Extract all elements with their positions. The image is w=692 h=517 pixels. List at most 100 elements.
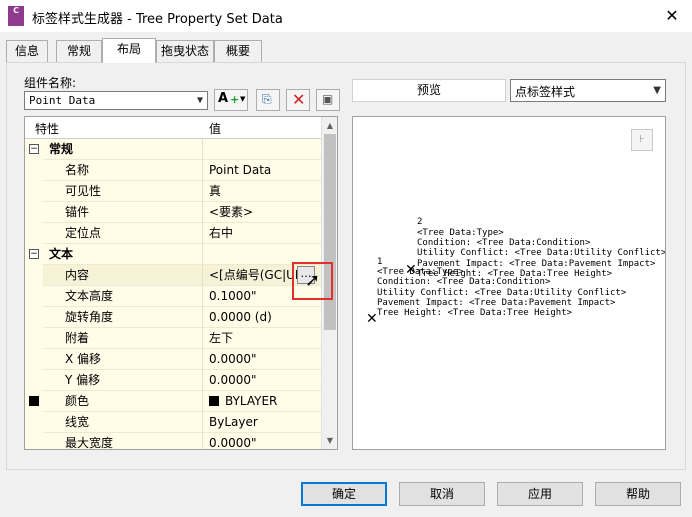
property-name: 定位点 (43, 223, 203, 244)
property-value[interactable]: Point Data (203, 160, 321, 181)
property-row[interactable]: 附着 左下 (25, 328, 321, 349)
preview-style-select[interactable]: 点标签样式 ▼ (510, 79, 666, 102)
property-value[interactable]: 0.0000 (d) (203, 307, 321, 328)
add-component-button[interactable]: A + ▼ (214, 89, 248, 111)
property-value[interactable]: 0.0000" (203, 433, 321, 449)
collapse-icon[interactable]: − (29, 249, 39, 259)
property-value[interactable]: <要素> (203, 202, 321, 223)
scrollbar-thumb[interactable] (324, 134, 336, 330)
draw-order-button[interactable]: ▣ (316, 89, 340, 111)
grid-header: 特性 值 (25, 117, 321, 139)
tab-info[interactable]: 信息 (6, 40, 48, 62)
property-name: 名称 (43, 160, 203, 181)
preview-text: Pavement Impact: <Tree Data:Pavement Imp… (377, 298, 616, 308)
component-name-label: 组件名称: (24, 76, 77, 90)
preview-text: Tree Height: <Tree Data:Tree Height> (377, 308, 573, 318)
property-row[interactable]: Y 偏移 0.0000" (25, 370, 321, 391)
property-row[interactable]: 定位点 右中 (25, 223, 321, 244)
app-icon: C (8, 6, 24, 26)
property-name: 附着 (43, 328, 203, 349)
window-title: 标签样式生成器 - Tree Property Set Data (32, 12, 283, 27)
property-value (203, 139, 321, 160)
copy-component-button[interactable]: ⎘ (256, 89, 280, 111)
cancel-button[interactable]: 取消 (399, 482, 485, 506)
property-value[interactable]: 左下 (203, 328, 321, 349)
point-marker-icon: ✕ (405, 262, 417, 278)
preview-text: <Tree Data:Type> (377, 267, 464, 277)
preview-text: Condition: <Tree Data:Condition> (417, 238, 591, 248)
tab-dragged-state[interactable]: 拖曳状态 (156, 40, 214, 62)
tab-summary[interactable]: 概要 (214, 40, 262, 62)
property-value-color[interactable]: BYLAYER (203, 391, 321, 412)
property-value[interactable]: 真 (203, 181, 321, 202)
category-row-general[interactable]: − 常规 (25, 139, 321, 160)
copy-icon: ⎘ (262, 92, 272, 106)
property-row-contents[interactable]: 内容 <[点编号(GC|UN (25, 265, 321, 286)
property-grid: 特性 值 − 常规 名称 Point Data 可见性 真 锚件 <要素> 定位… (24, 116, 338, 450)
property-value[interactable]: 右中 (203, 223, 321, 244)
property-name: 锚件 (43, 202, 203, 223)
preview-text: Utility Conflict: <Tree Data:Utility Con… (377, 288, 627, 298)
property-row[interactable]: 最大宽度 0.0000" (25, 433, 321, 449)
property-row[interactable]: 可见性 真 (25, 181, 321, 202)
collapse-icon[interactable]: − (29, 144, 39, 154)
property-name: 最大宽度 (43, 433, 203, 449)
preview-label: 预览 (352, 79, 506, 102)
property-row[interactable]: 旋转角度 0.0000 (d) (25, 307, 321, 328)
preview-canvas: ⊦ 2 <Tree Data:Type> Condition: <Tree Da… (352, 116, 666, 450)
help-button[interactable]: 帮助 (595, 482, 681, 506)
property-value[interactable]: ByLayer (203, 412, 321, 433)
delete-icon: ✕ (292, 90, 306, 109)
tab-layout[interactable]: 布局 (102, 38, 156, 63)
draw-order-icon: ▣ (322, 92, 334, 106)
property-name: 文本高度 (43, 286, 203, 307)
property-name: Y 偏移 (43, 370, 203, 391)
property-name: 可见性 (43, 181, 203, 202)
component-name-value: Point Data (29, 94, 96, 107)
apply-button[interactable]: 应用 (497, 482, 583, 506)
tab-general[interactable]: 常规 (56, 40, 102, 62)
column-header-value: 值 (209, 122, 222, 136)
point-marker-icon: ✕ (366, 311, 378, 327)
text-component-icon: A (218, 91, 229, 106)
chevron-down-icon: ▼ (240, 95, 246, 103)
preview-text: 2 (417, 217, 423, 227)
plus-icon: + (230, 93, 240, 106)
preview-style-value: 点标签样式 (515, 85, 576, 99)
property-name: 线宽 (43, 412, 203, 433)
property-row[interactable]: 锚件 <要素> (25, 202, 321, 223)
preview-text: <Tree Data:Type> (417, 228, 504, 238)
preview-text: Utility Conflict: <Tree Data:Utility Con… (417, 248, 666, 258)
property-name: 常规 (43, 139, 203, 160)
color-swatch (209, 396, 219, 406)
property-value[interactable]: 0.0000" (203, 370, 321, 391)
scroll-down-icon[interactable]: ▼ (322, 432, 337, 449)
title-bar: C 标签样式生成器 - Tree Property Set Data ✕ (0, 0, 692, 32)
property-row[interactable]: 线宽 ByLayer (25, 412, 321, 433)
property-name: 颜色 (43, 391, 203, 412)
color-swatch (29, 396, 39, 406)
property-value[interactable]: 0.0000" (203, 349, 321, 370)
property-row[interactable]: 名称 Point Data (25, 160, 321, 181)
property-name: X 偏移 (43, 349, 203, 370)
column-header-property: 特性 (35, 122, 60, 136)
property-row-color[interactable]: 颜色 BYLAYER (25, 391, 321, 412)
property-name: 文本 (43, 244, 203, 265)
mouse-cursor-icon: ➚ (305, 270, 321, 291)
preview-text: 1 (377, 257, 383, 267)
scroll-up-icon[interactable]: ▲ (322, 117, 337, 134)
property-name: 旋转角度 (43, 307, 203, 328)
property-row[interactable]: 文本高度 0.1000" (25, 286, 321, 307)
component-name-select[interactable]: Point Data ▼ (24, 91, 208, 110)
preview-text: Condition: <Tree Data:Condition> (377, 277, 551, 287)
ok-button[interactable]: 确定 (301, 482, 387, 506)
zoom-extents-icon[interactable]: ⊦ (631, 129, 653, 151)
delete-component-button[interactable]: ✕ (286, 89, 310, 111)
color-value: BYLAYER (225, 394, 278, 408)
chevron-down-icon: ▼ (653, 85, 661, 96)
close-button[interactable]: ✕ (660, 4, 684, 28)
property-name: 内容 (43, 265, 203, 286)
category-row-text[interactable]: − 文本 (25, 244, 321, 265)
property-row[interactable]: X 偏移 0.0000" (25, 349, 321, 370)
chevron-down-icon: ▼ (196, 95, 203, 106)
